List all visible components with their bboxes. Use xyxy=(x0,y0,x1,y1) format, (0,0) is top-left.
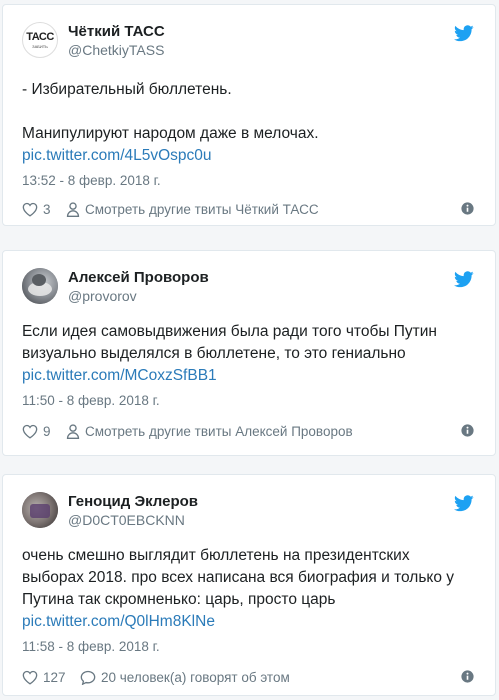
tweet-feed: ТАСС ЗАБИТЬ Чёткий ТАСС @ChetkiyTASS - И… xyxy=(0,0,499,700)
media-link[interactable]: pic.twitter.com/MCoxzSfBB1 xyxy=(22,365,476,387)
avatar-logo-subtext: ЗАБИТЬ xyxy=(32,44,48,49)
author-handle[interactable]: @provorov xyxy=(68,287,209,305)
tweet-actions: 127 20 человек(а) говорят об этом xyxy=(22,667,476,687)
avatar[interactable] xyxy=(22,492,58,528)
media-link[interactable]: pic.twitter.com/4L5vOspc0u xyxy=(22,145,476,167)
like-count: 3 xyxy=(43,201,51,217)
like-action[interactable]: 3 xyxy=(22,199,51,219)
tweet-card[interactable]: Алексей Проворов @provorov Если идея сам… xyxy=(2,250,496,456)
author-names[interactable]: Алексей Проворов @provorov xyxy=(68,269,209,305)
twitter-bird-icon[interactable] xyxy=(454,25,474,42)
tweet-timestamp[interactable]: 11:58 - 8 февр. 2018 г. xyxy=(22,639,160,654)
avatar-logo-text: ТАСС xyxy=(26,31,54,43)
media-link[interactable]: pic.twitter.com/Q0lHm8KlNe xyxy=(22,611,476,633)
tweet-timestamp[interactable]: 13:52 - 8 февр. 2018 г. xyxy=(22,173,161,188)
like-action[interactable]: 9 xyxy=(22,421,51,441)
more-tweets-link[interactable]: Смотреть другие твиты Чёткий ТАСС xyxy=(66,199,319,219)
author-handle[interactable]: @ChetkiyTASS xyxy=(68,41,165,59)
twitter-bird-icon[interactable] xyxy=(454,495,474,512)
info-icon[interactable] xyxy=(461,202,474,215)
person-icon xyxy=(66,201,80,217)
tweet-header: Геноцид Эклеров @D0CT0EBCKNN xyxy=(22,492,476,534)
tweet-text-line: визуально выделялся в бюллетене, то это … xyxy=(22,345,406,362)
like-action[interactable]: 127 xyxy=(22,667,66,687)
tweet-header: ТАСС ЗАБИТЬ Чёткий ТАСС @ChetkiyTASS xyxy=(22,22,476,64)
tweet-timestamp[interactable]: 11:50 - 8 февр. 2018 г. xyxy=(22,393,160,408)
tweet-text: очень смешно выглядит бюллетень на прези… xyxy=(22,545,476,633)
more-tweets-link[interactable]: Смотреть другие твиты Алексей Проворов xyxy=(66,421,353,441)
replies-link[interactable]: 20 человек(а) говорят об этом xyxy=(80,667,290,687)
like-count: 9 xyxy=(43,423,51,439)
person-icon xyxy=(66,423,80,439)
tweet-text-line: - Избирательный бюллетень. xyxy=(22,81,232,98)
heart-icon xyxy=(22,424,38,439)
like-count: 127 xyxy=(43,669,66,685)
tweet-text-line: очень смешно выглядит бюллетень на прези… xyxy=(22,547,410,564)
info-icon[interactable] xyxy=(461,424,474,437)
author-display-name[interactable]: Геноцид Эклеров xyxy=(68,493,198,511)
info-icon[interactable] xyxy=(461,670,474,683)
author-display-name[interactable]: Чёткий ТАСС xyxy=(68,23,165,41)
tweet-text-line: Манипулируют народом даже в мелочах. xyxy=(22,125,319,142)
tweet-actions: 3 Смотреть другие твиты Чёткий ТАСС xyxy=(22,199,476,219)
tweet-text-line: выборах 2018. про всех написана вся биог… xyxy=(22,569,455,586)
heart-icon xyxy=(22,670,38,685)
author-display-name[interactable]: Алексей Проворов xyxy=(68,269,209,287)
more-tweets-label: Смотреть другие твиты Алексей Проворов xyxy=(85,423,353,439)
more-tweets-label: Смотреть другие твиты Чёткий ТАСС xyxy=(85,201,319,217)
author-names[interactable]: Геноцид Эклеров @D0CT0EBCKNN xyxy=(68,493,198,529)
author-handle[interactable]: @D0CT0EBCKNN xyxy=(68,511,198,529)
tweet-actions: 9 Смотреть другие твиты Алексей Проворов xyxy=(22,421,476,441)
tweet-card[interactable]: ТАСС ЗАБИТЬ Чёткий ТАСС @ChetkiyTASS - И… xyxy=(2,4,496,226)
heart-icon xyxy=(22,202,38,217)
tweet-text-line: Если идея самовыдвижения была ради того … xyxy=(22,323,437,340)
tweet-text: - Избирательный бюллетень. Манипулируют … xyxy=(22,79,476,167)
replies-label: 20 человек(а) говорят об этом xyxy=(101,669,290,685)
avatar[interactable] xyxy=(22,268,58,304)
tweet-text: Если идея самовыдвижения была ради того … xyxy=(22,321,476,387)
tweet-text-line: Путина так скромненько: царь, просто цар… xyxy=(22,591,336,608)
twitter-bird-icon[interactable] xyxy=(454,271,474,288)
speech-bubble-icon xyxy=(80,670,96,685)
tweet-header: Алексей Проворов @provorov xyxy=(22,268,476,310)
author-names[interactable]: Чёткий ТАСС @ChetkiyTASS xyxy=(68,23,165,59)
avatar[interactable]: ТАСС ЗАБИТЬ xyxy=(22,22,58,58)
tweet-card[interactable]: Геноцид Эклеров @D0CT0EBCKNN очень смешн… xyxy=(2,474,496,696)
